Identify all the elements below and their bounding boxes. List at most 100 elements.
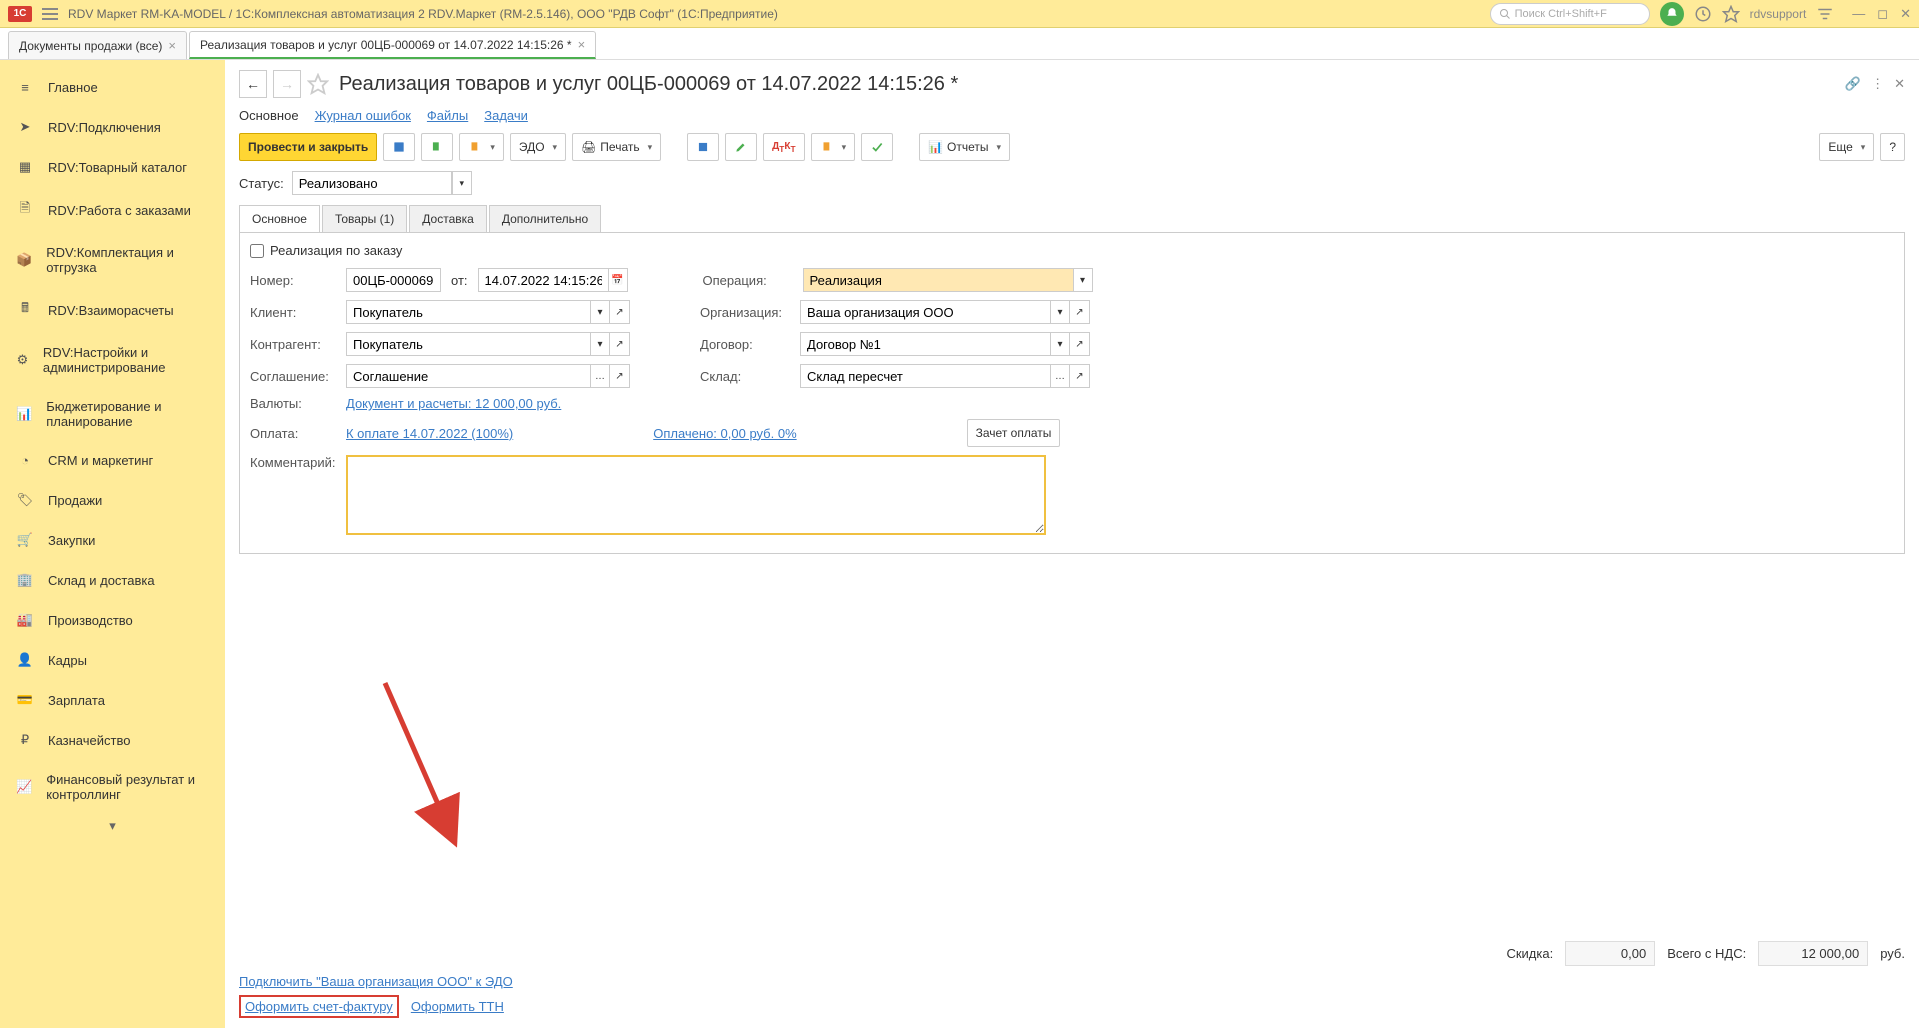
currency-link[interactable]: Документ и расчеты: 12 000,00 руб. <box>346 396 561 411</box>
sidebar-item-production[interactable]: 🏭Производство <box>0 600 225 640</box>
sidebar-expand-icon[interactable]: ▾ <box>0 814 225 838</box>
sidebar-item-payroll[interactable]: 💳Зарплата <box>0 680 225 720</box>
main-content: ← → Реализация товаров и услуг 00ЦБ-0000… <box>225 60 1919 1028</box>
edo-button[interactable]: ЭДО <box>510 133 566 161</box>
check-button[interactable] <box>861 133 893 161</box>
comment-field[interactable] <box>346 455 1046 535</box>
sidebar-item-treasury[interactable]: ₽Казначейство <box>0 720 225 760</box>
forward-button[interactable]: → <box>273 70 301 98</box>
offset-payment-button[interactable]: Зачет оплаты <box>967 419 1061 447</box>
post-button[interactable] <box>421 133 453 161</box>
sidebar-item-connections[interactable]: ➤RDV:Подключения <box>0 107 225 147</box>
client-open-icon[interactable]: ↗ <box>610 300 630 324</box>
sidebar-item-finresult[interactable]: 📈Финансовый результат и контроллинг <box>0 760 225 814</box>
org-open-icon[interactable]: ↗ <box>1070 300 1090 324</box>
inner-tab-additional[interactable]: Дополнительно <box>489 205 601 232</box>
status-dropdown-icon[interactable]: ▾ <box>452 171 472 195</box>
from-label: от: <box>451 273 468 288</box>
contract-field[interactable] <box>800 332 1050 356</box>
counterparty-field[interactable] <box>346 332 590 356</box>
sidebar-item-warehouse[interactable]: 🏢Склад и доставка <box>0 560 225 600</box>
agreement-select-icon[interactable]: … <box>590 364 610 388</box>
sidebar-item-purchases[interactable]: 🛒Закупки <box>0 520 225 560</box>
user-label[interactable]: rdvsupport <box>1750 7 1807 21</box>
sidebar-item-main[interactable]: ≡Главное <box>0 68 225 107</box>
notification-bell-icon[interactable] <box>1660 2 1684 26</box>
contract-dropdown-icon[interactable]: ▾ <box>1050 332 1070 356</box>
status-select[interactable] <box>292 171 452 195</box>
star-icon[interactable] <box>1722 5 1740 23</box>
navlink-tasks[interactable]: Задачи <box>484 108 528 123</box>
sidebar-item-settlements[interactable]: 🖩RDV:Взаиморасчеты <box>0 287 225 333</box>
sidebar-item-sales[interactable]: 🏷Продажи <box>0 480 225 520</box>
by-order-checkbox[interactable] <box>250 244 264 258</box>
copy-button[interactable] <box>459 133 504 161</box>
help-button[interactable]: ? <box>1880 133 1905 161</box>
sidebar-item-budget[interactable]: 📊Бюджетирование и планирование <box>0 387 225 441</box>
history-icon[interactable] <box>1694 5 1712 23</box>
tab-close-icon[interactable]: × <box>578 37 586 52</box>
settings-lines-icon[interactable] <box>1816 5 1834 23</box>
dkt-button[interactable]: ДТКТ <box>763 133 804 161</box>
counterparty-open-icon[interactable]: ↗ <box>610 332 630 356</box>
post-and-close-button[interactable]: Провести и закрыть <box>239 133 377 161</box>
inner-tab-main[interactable]: Основное <box>239 205 320 232</box>
contract-open-icon[interactable]: ↗ <box>1070 332 1090 356</box>
print-button[interactable]: 🖨 Печать <box>572 133 661 161</box>
save-button[interactable] <box>383 133 415 161</box>
client-dropdown-icon[interactable]: ▾ <box>590 300 610 324</box>
date-field[interactable] <box>478 268 608 292</box>
close-page-icon[interactable]: ✕ <box>1894 76 1905 92</box>
minimize-button[interactable]: — <box>1852 6 1865 22</box>
edit-button[interactable] <box>725 133 757 161</box>
tab-close-icon[interactable]: × <box>168 38 176 53</box>
floppy-icon <box>392 140 406 154</box>
sidebar-item-admin[interactable]: ⚙RDV:Настройки и администрирование <box>0 333 225 387</box>
warehouse-open-icon[interactable]: ↗ <box>1070 364 1090 388</box>
back-button[interactable]: ← <box>239 70 267 98</box>
operation-dropdown-icon[interactable]: ▾ <box>1073 268 1093 292</box>
create-invoice-link[interactable]: Оформить счет-фактуру <box>239 995 399 1018</box>
sidebar-item-catalog[interactable]: ▦RDV:Товарный каталог <box>0 147 225 187</box>
sidebar-item-hr[interactable]: 👤Кадры <box>0 640 225 680</box>
operation-select[interactable] <box>803 268 1073 292</box>
warehouse-select-icon[interactable]: … <box>1050 364 1070 388</box>
agreement-open-icon[interactable]: ↗ <box>610 364 630 388</box>
maximize-button[interactable]: ◻ <box>1877 6 1888 22</box>
attach-button[interactable] <box>811 133 856 161</box>
more-button[interactable]: Еще <box>1819 133 1874 161</box>
inner-tab-goods[interactable]: Товары (1) <box>322 205 407 232</box>
org-dropdown-icon[interactable]: ▾ <box>1050 300 1070 324</box>
inner-tab-delivery[interactable]: Доставка <box>409 205 487 232</box>
sidebar-item-crm[interactable]: ◔CRM и маркетинг <box>0 441 225 480</box>
tab-realization[interactable]: Реализация товаров и услуг 00ЦБ-000069 о… <box>189 31 596 59</box>
global-search[interactable]: Поиск Ctrl+Shift+F <box>1490 3 1650 25</box>
counterparty-dropdown-icon[interactable]: ▾ <box>590 332 610 356</box>
close-button[interactable]: ✕ <box>1900 6 1911 22</box>
paid-link[interactable]: Оплачено: 0,00 руб. 0% <box>653 426 796 441</box>
payment-link[interactable]: К оплате 14.07.2022 (100%) <box>346 426 513 441</box>
list-button[interactable] <box>687 133 719 161</box>
sidebar-item-orders[interactable]: 🗎RDV:Работа с заказами <box>0 187 225 233</box>
client-field[interactable] <box>346 300 590 324</box>
reports-button[interactable]: 📊 Отчеты <box>919 133 1010 161</box>
warehouse-field[interactable] <box>800 364 1050 388</box>
clipboard-icon: 🗎 <box>16 199 34 221</box>
navlink-files[interactable]: Файлы <box>427 108 468 123</box>
agreement-field[interactable] <box>346 364 590 388</box>
connect-edo-link[interactable]: Подключить "Ваша организация ООО" к ЭДО <box>239 974 513 989</box>
org-field[interactable] <box>800 300 1050 324</box>
calendar-icon[interactable]: 📅 <box>608 268 628 292</box>
more-menu-icon[interactable]: ⋮ <box>1871 76 1884 92</box>
tab-documents[interactable]: Документы продажи (все) × <box>8 31 187 59</box>
number-field[interactable] <box>346 268 441 292</box>
navlink-errors[interactable]: Журнал ошибок <box>315 108 411 123</box>
search-icon <box>1499 8 1511 20</box>
create-ttn-link[interactable]: Оформить ТТН <box>411 999 504 1014</box>
number-label: Номер: <box>250 273 336 288</box>
link-icon[interactable]: 🔗 <box>1845 76 1861 92</box>
sidebar-item-shipping[interactable]: 📦RDV:Комплектация и отгрузка <box>0 233 225 287</box>
menu-burger-icon[interactable] <box>38 2 62 26</box>
navlink-main[interactable]: Основное <box>239 108 299 123</box>
favorite-star-icon[interactable] <box>307 73 329 95</box>
